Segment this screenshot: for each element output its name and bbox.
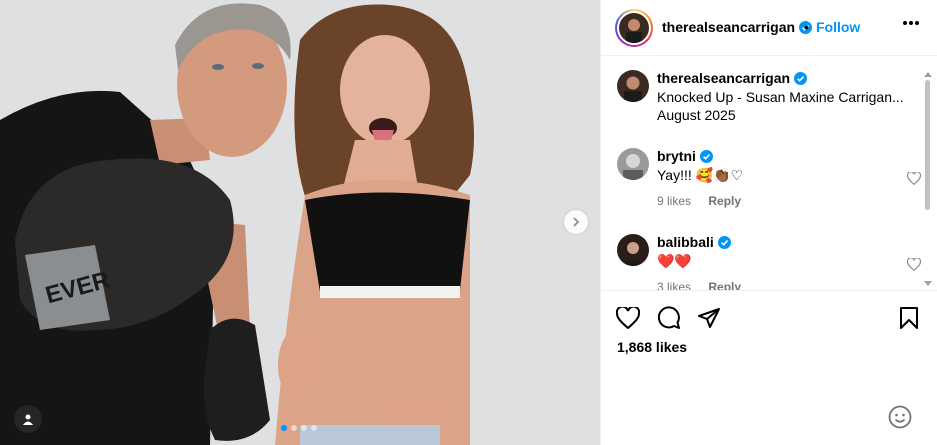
comment-avatar[interactable] xyxy=(617,148,649,180)
emoji-button[interactable] xyxy=(888,405,912,434)
scroll-up-arrow[interactable] xyxy=(924,72,932,77)
comment-icon xyxy=(657,306,680,329)
verified-badge-icon xyxy=(794,72,808,85)
paper-plane-icon xyxy=(698,308,720,328)
post-header: therealseancarrigan • Follow xyxy=(601,0,937,56)
like-button[interactable] xyxy=(615,305,641,331)
post-actions: 1,868 likes xyxy=(601,290,937,445)
comment-meta: 3 likes Reply xyxy=(657,280,907,290)
caption-date: August 2025 xyxy=(657,107,736,123)
comment-username[interactable]: brytni xyxy=(657,148,907,164)
scrollbar-thumb[interactable] xyxy=(925,80,930,210)
comment-avatar[interactable] xyxy=(617,234,649,266)
save-button[interactable] xyxy=(896,305,922,331)
author-username[interactable]: therealseancarrigan xyxy=(662,19,813,35)
carousel-dot xyxy=(291,425,297,431)
verified-badge-icon xyxy=(699,150,713,163)
comment-likes[interactable]: 3 likes xyxy=(657,280,691,290)
comments-scrollbar[interactable] xyxy=(923,72,932,286)
comment-username-text[interactable]: balibbali xyxy=(657,234,714,250)
comments-list[interactable]: therealseancarrigan Knocked Up - Susan M… xyxy=(601,57,937,290)
caption-text: Knocked Up - Susan Maxine Carrigan... xyxy=(657,89,904,105)
more-options-icon[interactable] xyxy=(902,20,920,26)
comment-likes[interactable]: 9 likes xyxy=(657,194,691,208)
comment-text: ❤️❤️ xyxy=(657,253,692,269)
post-media[interactable]: EVER xyxy=(0,0,600,445)
user-tag-icon[interactable] xyxy=(14,405,42,433)
heart-icon[interactable] xyxy=(907,258,921,271)
caption-username-text[interactable]: therealseancarrigan xyxy=(657,70,790,86)
carousel-dots xyxy=(281,425,317,431)
next-slide-button[interactable] xyxy=(564,210,588,234)
carousel-dot xyxy=(311,425,317,431)
verified-badge-icon xyxy=(717,236,731,249)
carousel-dot xyxy=(301,425,307,431)
reply-button[interactable]: Reply xyxy=(708,280,741,290)
follow-button[interactable]: Follow xyxy=(816,19,860,35)
likes-count[interactable]: 1,868 likes xyxy=(617,339,687,355)
author-avatar[interactable] xyxy=(615,9,653,47)
comment-meta: 9 likes Reply xyxy=(657,194,907,208)
scroll-down-arrow[interactable] xyxy=(924,281,932,286)
post-side-panel: therealseancarrigan • Follow therealsean… xyxy=(600,0,937,445)
comment-button[interactable] xyxy=(656,305,682,331)
separator-dot: • xyxy=(804,19,809,35)
share-button[interactable] xyxy=(696,305,722,331)
comment-username[interactable]: balibbali xyxy=(657,234,907,250)
heart-icon xyxy=(616,307,640,329)
author-username-text[interactable]: therealseancarrigan xyxy=(662,19,795,35)
carousel-dot-active xyxy=(281,425,287,431)
chevron-right-icon xyxy=(573,217,580,227)
bookmark-icon xyxy=(900,307,918,329)
comment-username-text[interactable]: brytni xyxy=(657,148,696,164)
reply-button[interactable]: Reply xyxy=(708,194,741,208)
caption-username[interactable]: therealseancarrigan xyxy=(657,70,907,86)
post-photo: EVER xyxy=(0,0,600,445)
emoji-icon xyxy=(888,405,912,429)
heart-icon[interactable] xyxy=(907,172,921,185)
caption-avatar[interactable] xyxy=(617,70,649,102)
comment-text: Yay!!! 🥰👏🏾♡ xyxy=(657,167,744,183)
